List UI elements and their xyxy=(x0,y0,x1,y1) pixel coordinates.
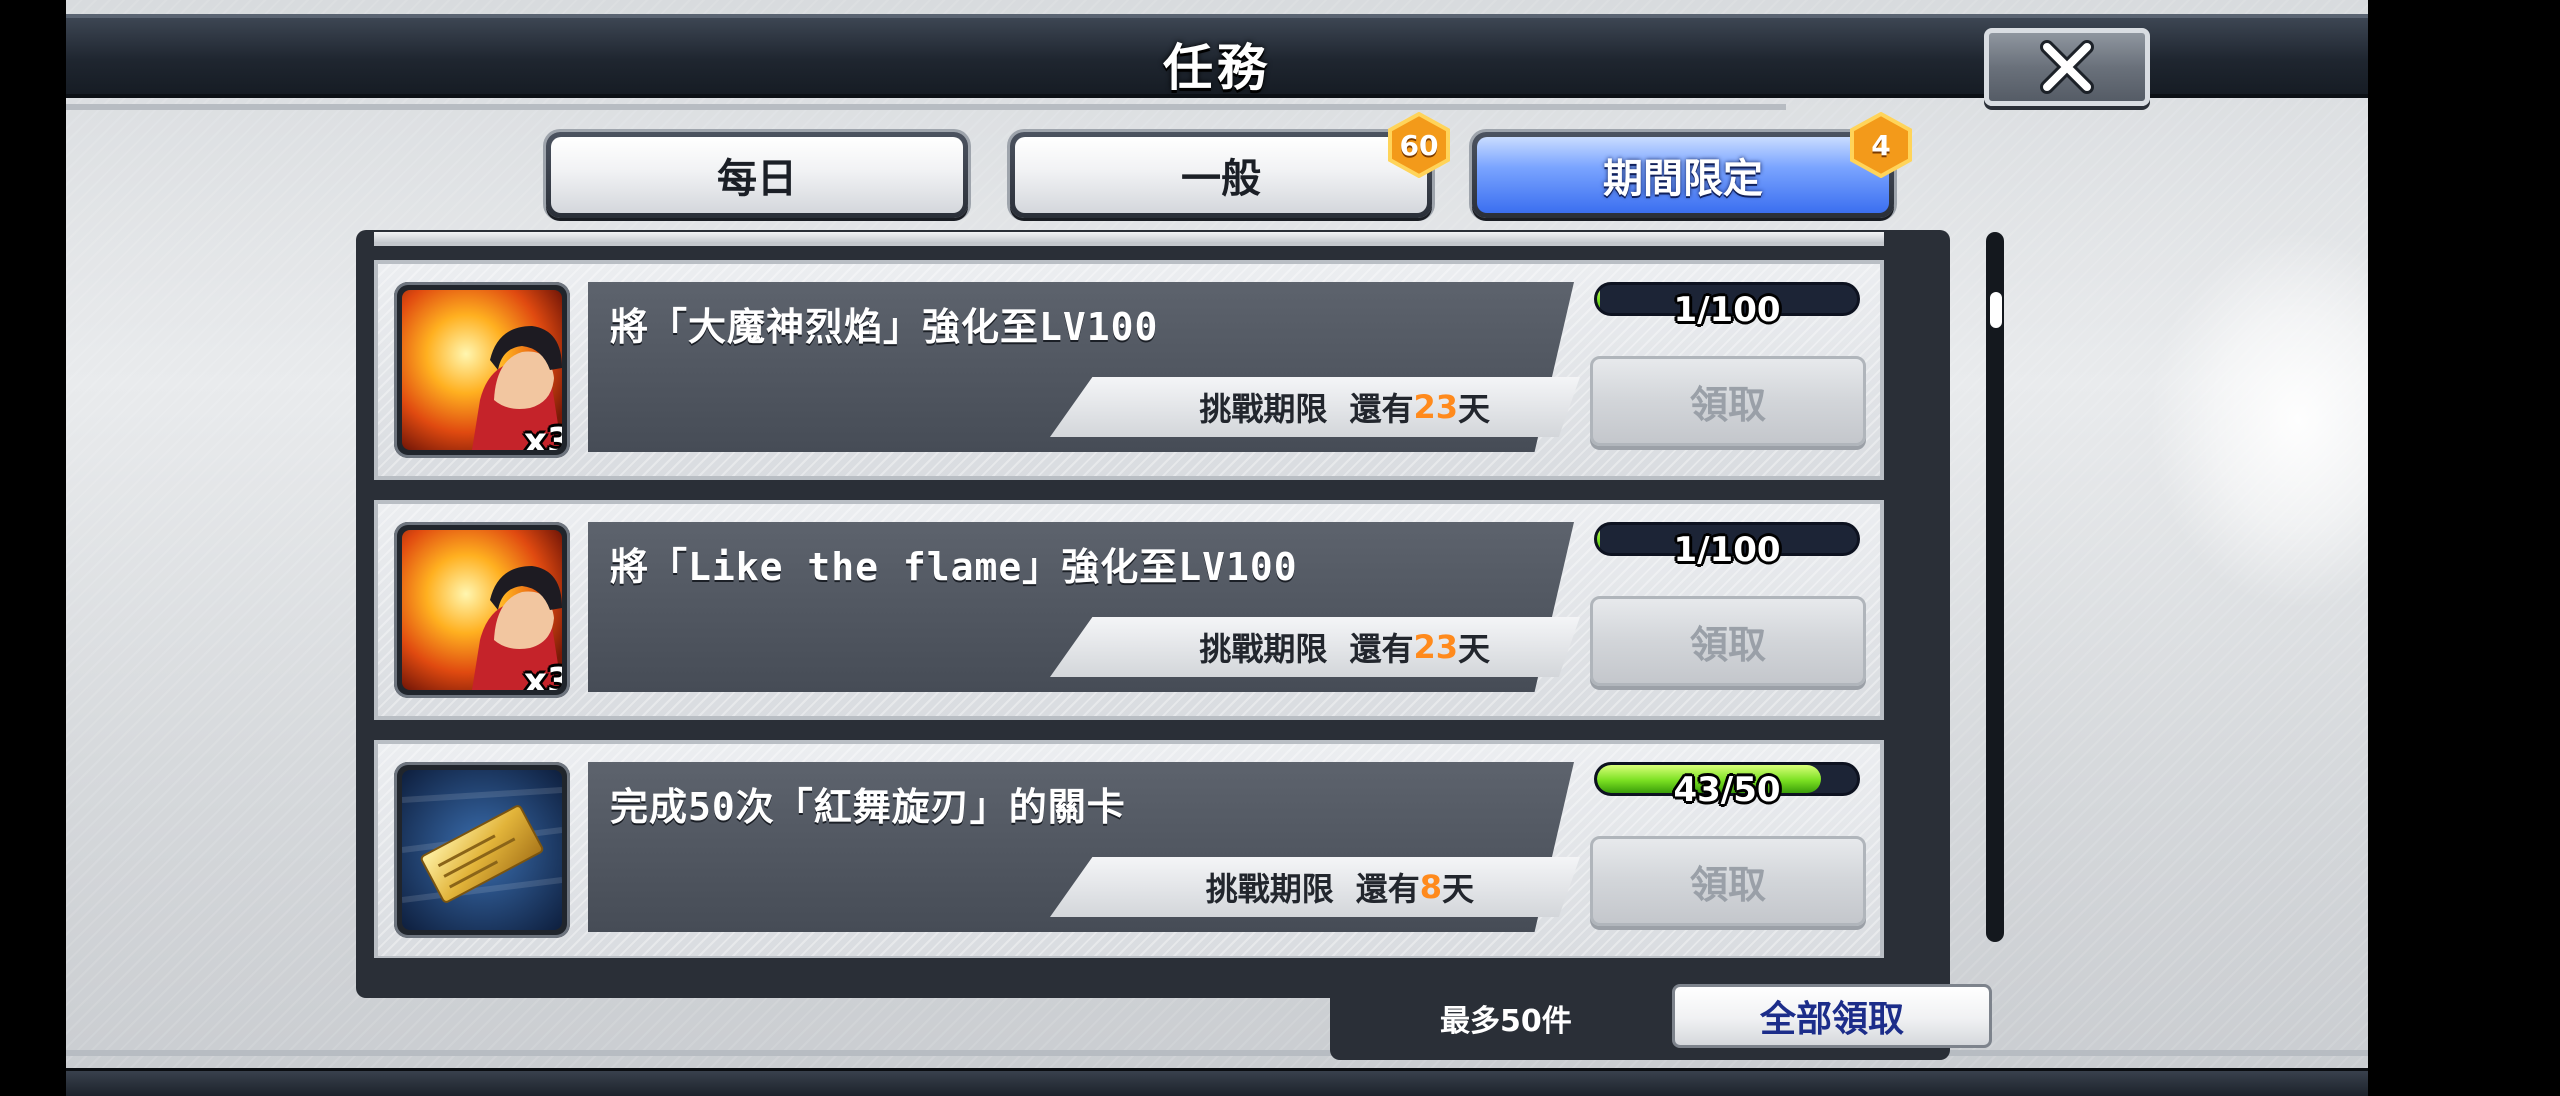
deadline-prefix: 還有 xyxy=(1349,390,1414,428)
tab-label: 期間限定 xyxy=(1477,137,1889,213)
scrollbar-track[interactable] xyxy=(1986,232,2004,942)
mission-row: 完成50次「紅舞旋刃」的關卡 挑戰期限 還有 8 天 43/50 領取 xyxy=(374,740,1884,958)
character-card-icon: x3 xyxy=(402,530,562,690)
mission-deadline: 挑戰期限 還有 23 天 xyxy=(1050,377,1580,437)
background-glow xyxy=(2148,230,2368,610)
deadline-prefix: 還有 xyxy=(1349,630,1414,668)
mission-row: x3 將「Like the flame」強化至LV100 挑戰期限 還有 23 天 … xyxy=(374,500,1884,720)
tab-limited-time[interactable]: 期間限定 xyxy=(1472,132,1894,218)
deadline-suffix: 天 xyxy=(1441,870,1474,908)
mission-list[interactable]: x3 將「大魔神烈焰」強化至LV100 挑戰期限 還有 23 天 1/100 領取 xyxy=(374,232,1884,958)
deadline-label: 挑戰期限 xyxy=(1205,870,1334,908)
deadline-suffix: 天 xyxy=(1457,630,1490,668)
deadline-days: 23 xyxy=(1413,628,1458,666)
list-top-edge xyxy=(374,232,1884,246)
mission-deadline: 挑戰期限 還有 23 天 xyxy=(1050,617,1580,677)
character-card-icon: x3 xyxy=(402,290,562,450)
mission-description: 將「Like the flame」強化至LV100 xyxy=(610,545,1298,589)
claim-button[interactable]: 領取 xyxy=(1590,356,1866,446)
reward-item[interactable]: x3 xyxy=(394,522,570,698)
mission-deadline: 挑戰期限 還有 8 天 xyxy=(1050,857,1580,917)
bottom-bar xyxy=(66,1068,2368,1096)
tab-general[interactable]: 一般 xyxy=(1010,132,1432,218)
mission-description: 將「大魔神烈焰」強化至LV100 xyxy=(610,305,1159,349)
max-count-label: 最多50件 xyxy=(1440,1004,1572,1039)
mission-description: 完成50次「紅舞旋刃」的關卡 xyxy=(610,785,1126,829)
progress-text: 43/50 xyxy=(1673,770,1781,810)
deadline-label: 挑戰期限 xyxy=(1199,390,1328,428)
mission-row: x3 將「大魔神烈焰」強化至LV100 挑戰期限 還有 23 天 1/100 領取 xyxy=(374,260,1884,480)
scrollbar-thumb[interactable] xyxy=(1990,292,2002,328)
deadline-days: 8 xyxy=(1419,868,1442,906)
claim-button[interactable]: 領取 xyxy=(1590,596,1866,686)
decor-line xyxy=(66,1050,2368,1056)
gold-ticket-icon xyxy=(402,770,562,930)
tab-label: 一般 xyxy=(1015,137,1427,213)
notification-badge: 4 xyxy=(1848,112,1914,178)
badge-count: 60 xyxy=(1399,128,1439,162)
notification-badge: 60 xyxy=(1386,112,1452,178)
reward-quantity: x3 xyxy=(523,421,562,450)
deadline-days: 23 xyxy=(1413,388,1458,426)
reward-item[interactable]: x3 xyxy=(394,282,570,458)
tab-daily[interactable]: 每日 xyxy=(546,132,968,218)
claim-all-button[interactable]: 全部領取 xyxy=(1672,984,1992,1048)
close-x-icon xyxy=(2040,40,2094,94)
tab-label: 每日 xyxy=(551,137,963,213)
reward-quantity: x3 xyxy=(523,661,562,690)
deadline-label: 挑戰期限 xyxy=(1199,630,1328,668)
progress-text: 1/100 xyxy=(1673,530,1781,570)
reward-item[interactable] xyxy=(394,762,570,938)
title-bar: 任務 xyxy=(66,14,2368,106)
badge-count: 4 xyxy=(1871,128,1891,162)
claim-button[interactable]: 領取 xyxy=(1590,836,1866,926)
deadline-prefix: 還有 xyxy=(1355,870,1420,908)
close-button[interactable] xyxy=(1984,28,2150,106)
deadline-suffix: 天 xyxy=(1457,390,1490,428)
decor-line xyxy=(66,104,1786,110)
progress-text: 1/100 xyxy=(1673,290,1781,330)
